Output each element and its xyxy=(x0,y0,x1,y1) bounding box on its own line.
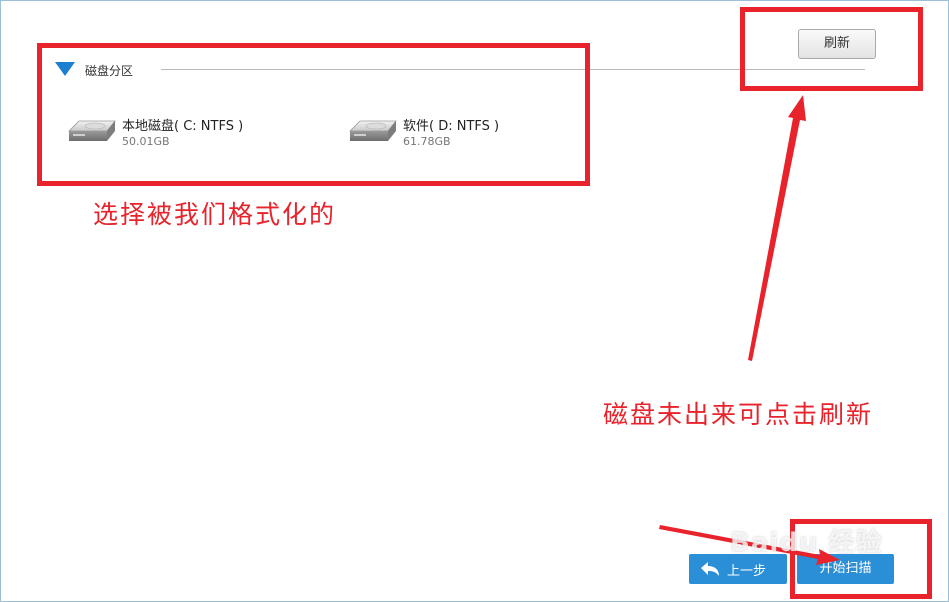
annotation-box-disks xyxy=(37,43,590,186)
annotation-select-text: 选择被我们格式化的 xyxy=(93,200,337,229)
back-button-label: 上一步 xyxy=(727,564,767,579)
annotation-box-refresh xyxy=(740,7,923,91)
baidu-watermark: Baidu 经验 xyxy=(730,528,883,558)
annotation-refresh-text: 磁盘未出来可点击刷新 xyxy=(603,400,874,429)
back-arrow-icon xyxy=(701,562,719,576)
